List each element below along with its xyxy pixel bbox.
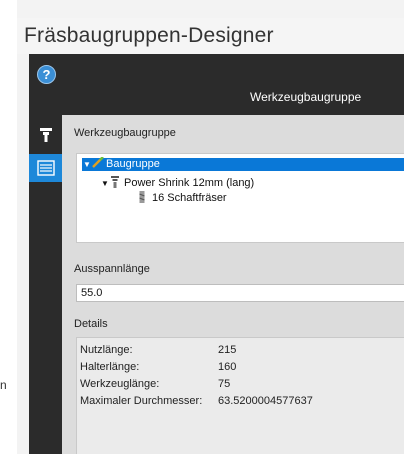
assembly-section-label: Werkzeugbaugruppe [74, 127, 176, 139]
detail-label-werkzeuglaenge: Werkzeuglänge: [80, 378, 160, 390]
detail-value-max-durchmesser: 63.5200004577637 [218, 395, 313, 407]
header-title: Werkzeugbaugruppe [250, 90, 362, 104]
holder-icon [110, 175, 124, 192]
tree-item-label: 16 Schaftfräser [152, 192, 227, 204]
window-title: Fräsbaugruppen-Designer [17, 18, 404, 54]
tree-item-schaftfraeser[interactable]: 16 Schaftfräser [138, 190, 227, 207]
detail-label-halterlaenge: Halterlänge: [80, 361, 140, 373]
expand-arrow-icon[interactable]: ▼ [100, 177, 110, 190]
details-label: Details [74, 318, 108, 330]
detail-value-halterlaenge: 160 [218, 361, 237, 373]
tree-item-label: Power Shrink 12mm (lang) [124, 177, 255, 189]
list-sheet-icon[interactable] [29, 154, 62, 182]
tree-item-baugruppe[interactable]: ▼ Baugruppe [82, 156, 404, 172]
detail-label-nutzlaenge: Nutzlänge: [80, 344, 133, 356]
end-mill-icon [138, 190, 152, 207]
tool-holder-icon[interactable] [29, 121, 62, 149]
clamping-length-input[interactable]: 55.0 [76, 284, 404, 302]
tree-item-power-shrink[interactable]: ▼ Power Shrink 12mm (lang) [100, 175, 255, 192]
tree-item-label: Baugruppe [106, 158, 160, 170]
detail-value-nutzlaenge: 215 [218, 344, 237, 356]
detail-value-werkzeuglaenge: 75 [218, 378, 231, 390]
pencil-assembly-icon [92, 156, 106, 172]
expand-arrow-icon[interactable]: ▼ [82, 158, 92, 171]
clamping-length-label: Ausspannlänge [74, 263, 150, 275]
detail-label-max-durchmesser: Maximaler Durchmesser: [80, 395, 203, 407]
background-text-fragment: n [0, 378, 7, 392]
question-circle-icon[interactable]: ? [37, 65, 56, 84]
